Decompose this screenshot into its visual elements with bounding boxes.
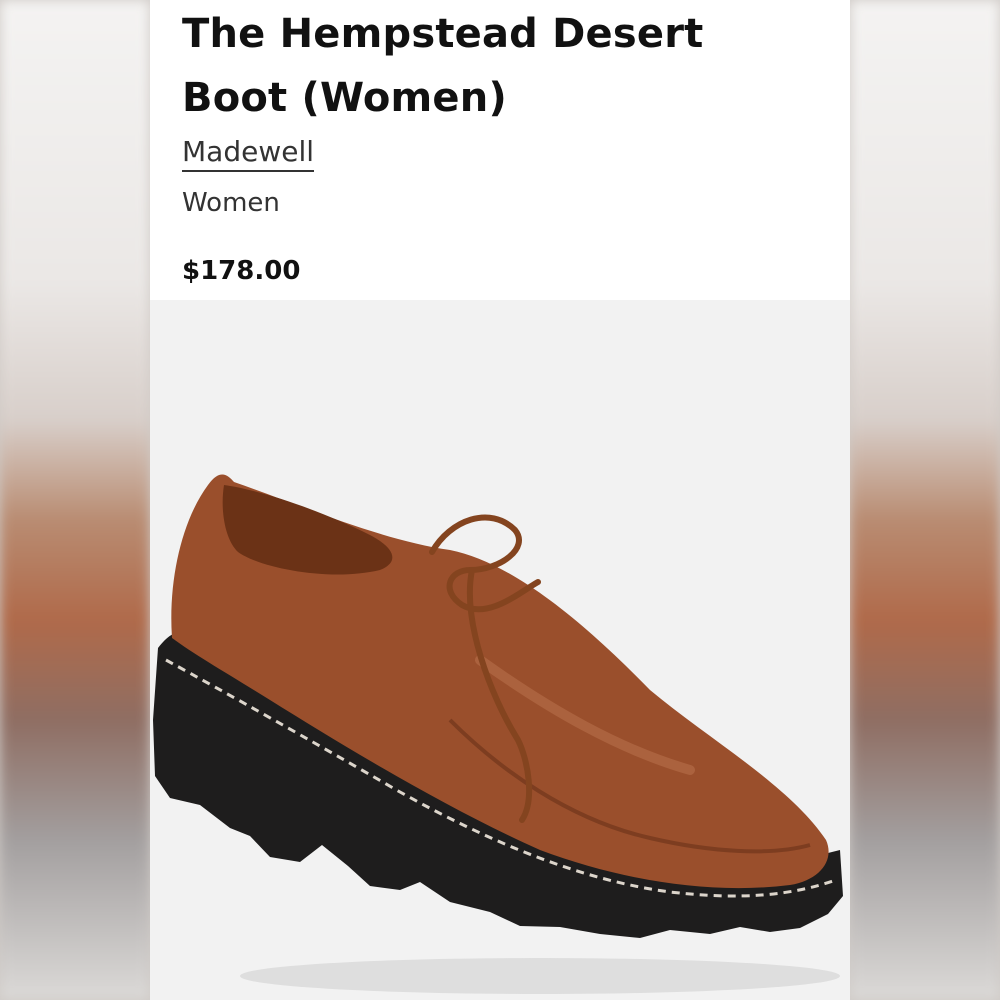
brand-link[interactable]: Madewell	[182, 134, 315, 172]
category-label: Women	[182, 188, 280, 218]
product-image[interactable]	[150, 300, 850, 1000]
blurred-backdrop-left	[0, 0, 150, 1000]
ground-shadow	[240, 958, 840, 994]
blurred-backdrop-right	[850, 0, 1000, 1000]
product-title: The Hempstead Desert Boot (Women)	[182, 11, 704, 121]
product-price: $178.00	[182, 256, 301, 286]
screen: The Hempstead Desert Boot (Women) Madewe…	[0, 0, 1000, 1000]
product-card: The Hempstead Desert Boot (Women) Madewe…	[150, 0, 850, 1000]
shoe-illustration	[150, 300, 850, 1000]
